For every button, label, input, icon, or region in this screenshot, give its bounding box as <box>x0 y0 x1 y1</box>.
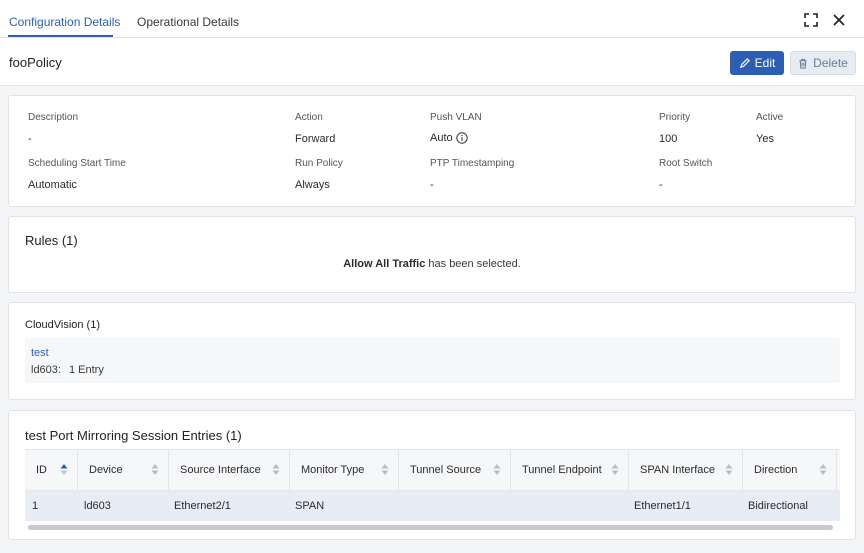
rules-message-text: has been selected. <box>425 258 521 270</box>
cloudvision-link[interactable]: test <box>31 347 49 359</box>
column-header-direction[interactable]: Direction <box>743 450 837 490</box>
cell-tunnel-endpoint <box>511 491 518 521</box>
ptp-timestamping-value: - <box>430 179 434 191</box>
run-policy-label: Run Policy <box>295 158 343 169</box>
push-vlan-value: Auto <box>430 132 468 144</box>
edit-button[interactable]: Edit <box>730 51 784 75</box>
column-header-label: SPAN Interface <box>640 464 715 476</box>
tab-operational-details[interactable]: Operational Details <box>137 15 239 29</box>
delete-button[interactable]: Delete <box>790 51 856 75</box>
policy-details-card: Description - Action Forward Push VLAN A… <box>8 95 856 207</box>
cloudvision-entry-count: 1 Entry <box>68 364 104 376</box>
cell-id: 1 <box>32 500 39 512</box>
column-header-label: Source Interface <box>180 464 261 476</box>
sort-ascending-icon <box>60 464 68 475</box>
description-value: - <box>28 133 32 145</box>
table-row[interactable]: 1 ld603 Ethernet2/1 SPAN Ethernet1/1 Bid… <box>25 491 840 521</box>
priority-label: Priority <box>659 112 691 123</box>
cell-source-interface: Ethernet2/1 <box>174 500 231 512</box>
push-vlan-label: Push VLAN <box>430 112 482 123</box>
sort-icon <box>819 464 827 475</box>
column-header-label: Tunnel Source <box>410 464 482 476</box>
session-entries-table: ID Device Source Interface Monitor Type … <box>25 449 840 531</box>
cell-monitor-type: SPAN <box>295 500 325 512</box>
trash-icon <box>799 58 807 69</box>
sort-icon <box>725 464 733 475</box>
cell-device: ld603 <box>84 500 111 512</box>
column-header-label: ID <box>36 464 47 476</box>
rules-title: Rules (1) <box>25 233 78 248</box>
sort-icon <box>381 464 389 475</box>
cell-tunnel-source <box>399 491 406 521</box>
cloudvision-card: CloudVision (1) test ld603: 1 Entry <box>8 302 856 400</box>
sort-icon <box>272 464 280 475</box>
column-header-tunnel-endpoint[interactable]: Tunnel Endpoint <box>511 450 629 490</box>
tab-configuration-details[interactable]: Configuration Details <box>9 15 120 29</box>
cloudvision-device-line: ld603: 1 Entry <box>31 364 104 376</box>
scheduling-start-time-label: Scheduling Start Time <box>28 158 126 169</box>
expand-icon[interactable] <box>804 13 818 27</box>
active-value: Yes <box>756 133 774 145</box>
column-header-tunnel-source[interactable]: Tunnel Source <box>399 450 511 490</box>
session-entries-card: test Port Mirroring Session Entries (1) … <box>8 410 856 540</box>
action-value: Forward <box>295 133 336 145</box>
edit-button-label: Edit <box>754 56 776 70</box>
push-vlan-value-text: Auto <box>430 132 453 144</box>
column-header-monitor-type[interactable]: Monitor Type <box>290 450 399 490</box>
info-icon[interactable] <box>455 132 468 144</box>
active-label: Active <box>756 112 784 123</box>
scheduling-start-time-value: Automatic <box>28 179 77 191</box>
horizontal-scrollbar[interactable] <box>28 525 833 530</box>
table-header: ID Device Source Interface Monitor Type … <box>25 449 840 491</box>
delete-button-label: Delete <box>813 56 848 70</box>
column-header-id[interactable]: ID <box>25 450 78 490</box>
column-header-label: Device <box>89 464 123 476</box>
run-policy-value: Always <box>295 179 330 191</box>
cloudvision-entry: test ld603: 1 Entry <box>25 338 840 383</box>
rules-message: Allow All Traffic has been selected. <box>9 258 855 270</box>
sort-icon <box>151 464 159 475</box>
page-title: fooPolicy <box>9 55 62 70</box>
column-header-source-interface[interactable]: Source Interface <box>169 450 290 490</box>
cell-span-interface: Ethernet1/1 <box>634 500 691 512</box>
action-label: Action <box>295 112 323 123</box>
page-header: fooPolicy Edit Delete <box>0 38 864 86</box>
active-tab-indicator <box>8 35 113 37</box>
sort-icon <box>493 464 501 475</box>
session-entries-title: test Port Mirroring Session Entries (1) <box>25 428 242 443</box>
column-header-span-interface[interactable]: SPAN Interface <box>629 450 743 490</box>
column-header-label: Monitor Type <box>301 464 365 476</box>
cell-direction: Bidirectional <box>748 500 808 512</box>
description-label: Description <box>28 112 79 123</box>
sort-icon <box>611 464 619 475</box>
cloudvision-device: ld603: <box>31 364 61 376</box>
rules-card: Rules (1) Allow All Traffic has been sel… <box>8 216 856 293</box>
ptp-timestamping-label: PTP Timestamping <box>430 158 515 169</box>
column-header-device[interactable]: Device <box>78 450 169 490</box>
rules-message-bold: Allow All Traffic <box>343 258 426 270</box>
column-header-label: Tunnel Endpoint <box>522 464 602 476</box>
priority-value: 100 <box>659 133 678 145</box>
cloudvision-title: CloudVision (1) <box>25 319 101 331</box>
root-switch-value: - <box>659 179 663 191</box>
tab-bar: Configuration Details Operational Detail… <box>0 0 864 38</box>
root-switch-label: Root Switch <box>659 158 713 169</box>
pencil-icon <box>739 57 750 68</box>
close-icon[interactable] <box>832 13 846 27</box>
column-header-label: Direction <box>754 464 798 476</box>
